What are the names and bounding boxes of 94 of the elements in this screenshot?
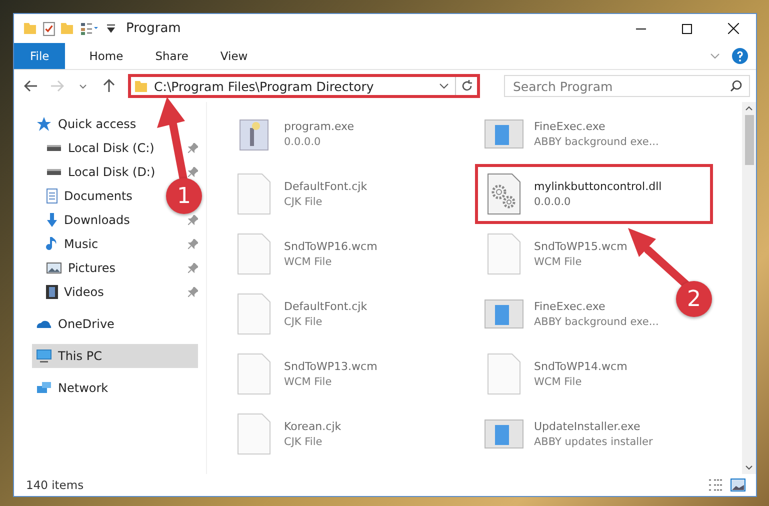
item-count: 140 items [26,478,84,492]
document-icon [46,188,58,204]
monitor-icon [36,349,52,363]
network-icon [36,382,52,394]
file-detail: CJK File [284,316,324,328]
sidebar-item[interactable]: Videos [42,280,108,304]
maximize-icon [682,24,692,34]
file-item[interactable]: DefaultFont.cjk CJK File [225,284,376,344]
chevron-down-icon [79,84,87,88]
dropdown-icon[interactable] [106,24,116,33]
file-name: DefaultFont.cjk [284,300,368,313]
file-item[interactable]: SndToWP15.wcm WCM File [475,224,636,284]
pin-icon[interactable] [188,263,198,273]
cloud-icon [36,320,52,328]
sidebar-item[interactable]: Music [42,232,102,256]
file-name: Korean.cjk [284,420,342,433]
file-detail: 0.0.0.0 [284,136,322,148]
file-name: SndToWP15.wcm [534,240,628,253]
sidebar-item[interactable]: Local Disk (D:) [42,160,160,184]
search-icon [730,80,742,92]
sidebar-item[interactable]: Network [32,376,112,400]
scrollbar[interactable] [742,102,756,474]
file-item[interactable]: program.exe 0.0.0.0 [225,104,363,164]
file-item[interactable]: SndToWP14.wcm WCM File [475,344,636,404]
pin-icon[interactable] [188,287,198,297]
help-icon[interactable] [732,48,748,64]
refresh-icon [460,80,472,92]
folder-icon [135,80,148,92]
scrollbar-thumb[interactable] [744,115,754,165]
ribbon-tab[interactable]: File [14,43,66,69]
film-icon [46,284,58,300]
large-icons-view-icon[interactable] [730,478,746,492]
scroll-down-icon[interactable] [745,465,753,470]
file-item[interactable]: SndToWP16.wcm WCM File [225,224,386,284]
star-icon [36,116,52,132]
file-detail: WCM File [534,376,583,388]
file-name: SndToWP13.wcm [284,360,378,373]
file-detail: ABBY background exe... [534,136,659,148]
window-title: Program [126,21,181,36]
forward-arrow-icon [50,80,64,92]
file-item[interactable]: UpdateInstaller.exe ABBY updates installer [475,404,662,464]
close-icon [728,23,738,34]
drive-icon [46,168,62,176]
pin-icon[interactable] [188,215,198,225]
file-name: DefaultFont.cjk [284,180,368,193]
file-name: mylinkbuttoncontrol.dll [534,180,662,193]
view-list-icon[interactable] [80,22,100,36]
sidebar-item[interactable]: This PC [32,344,198,368]
details-view-icon[interactable] [708,478,724,492]
file-name: UpdateInstaller.exe [534,420,642,433]
checklist-icon[interactable] [43,22,55,36]
file-item[interactable]: DefaultFont.cjk CJK File [225,164,376,224]
file-detail: CJK File [284,196,324,208]
file-detail: ABBY updates installer [534,436,653,448]
pin-icon[interactable] [188,167,198,177]
file-item[interactable]: FineExec.exe ABBY background exe... [475,284,668,344]
file-detail: ABBY background exe... [534,316,659,328]
file-item[interactable]: mylinkbuttoncontrol.dll 0.0.0.0 [475,164,713,224]
download-icon [46,212,58,228]
sidebar-item[interactable]: Quick access [32,112,140,136]
drive-icon [46,144,62,152]
sidebar-item[interactable]: Local Disk (C:) [42,136,158,160]
ribbon-tab[interactable]: View [204,43,264,69]
pin-icon[interactable] [188,239,198,249]
file-name: FineExec.exe [534,120,606,133]
up-arrow-icon [103,79,115,93]
picture-icon [46,262,62,274]
file-detail: WCM File [534,256,583,268]
search-field[interactable]: Search Program [504,75,750,97]
sidebar-item[interactable]: OneDrive [32,312,118,336]
file-item[interactable]: Korean.cjk CJK File [225,404,350,464]
file-item[interactable]: SndToWP13.wcm WCM File [225,344,386,404]
file-detail: 0.0.0.0 [534,196,572,208]
file-name: program.exe [284,120,354,133]
minimize-icon [636,28,646,30]
file-name: SndToWP16.wcm [284,240,378,253]
file-detail: WCM File [284,376,333,388]
chevron-down-icon[interactable] [439,83,449,89]
back-arrow-icon [24,80,38,92]
file-detail: CJK File [284,436,324,448]
scroll-up-icon[interactable] [745,106,753,111]
file-item[interactable]: FineExec.exe ABBY background exe... [475,104,668,164]
ribbon-tab[interactable]: Home [73,43,140,69]
address-bar[interactable]: C:\Program Files\Program Directory [128,74,480,98]
folder-icon [24,23,37,34]
file-name: FineExec.exe [534,300,606,313]
file-name: SndToWP14.wcm [534,360,628,373]
sidebar-item[interactable]: Downloads [42,208,134,232]
ribbon-tab[interactable]: Share [139,43,204,69]
music-note-icon [46,236,58,252]
sidebar-item[interactable]: Pictures [42,256,120,280]
pin-icon[interactable] [188,143,198,153]
sidebar-item[interactable]: Documents [42,184,136,208]
file-detail: WCM File [284,256,333,268]
